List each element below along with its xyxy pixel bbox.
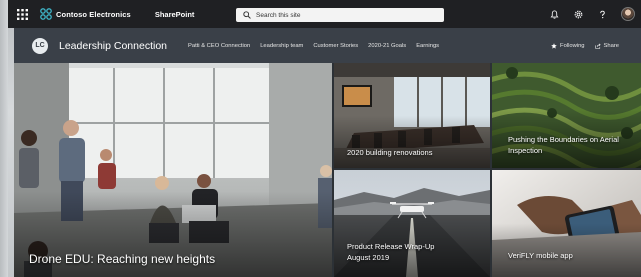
hero-tile-title: Pushing the Boundaries on Aerial Inspect… (508, 135, 619, 155)
help-question-icon[interactable] (597, 9, 607, 19)
site-header: LC Leadership Connection Patti & CEO Con… (14, 28, 641, 63)
share-label: Share (603, 42, 619, 49)
site-logo[interactable]: LC (32, 37, 48, 54)
brand[interactable]: Contoso Electronics (40, 8, 131, 20)
user-avatar[interactable] (621, 7, 635, 21)
hero-tile-title: 2020 building renovations (347, 148, 433, 157)
star-icon (551, 42, 557, 49)
header-actions: Following Share (551, 43, 619, 49)
screen-edge (0, 0, 8, 277)
hero-tile-title-line1: Product Release Wrap-Up (347, 242, 435, 251)
nav-item-earnings[interactable]: Earnings (411, 43, 444, 49)
site-title[interactable]: Leadership Connection (59, 40, 167, 52)
share-icon (594, 43, 601, 49)
hero-tile-verifly[interactable]: VeriFLY mobile app (492, 170, 641, 277)
hero-tile-title: Drone EDU: Reaching new heights (29, 252, 216, 266)
hero-tile-title: Product Release Wrap-Up August 2019 (347, 241, 434, 263)
nav-item-patti-ceo[interactable]: Patti & CEO Connection (183, 43, 255, 49)
suite-bar: Contoso Electronics SharePoint Search th… (8, 0, 641, 28)
share-button[interactable]: Share (594, 42, 619, 49)
app-name[interactable]: SharePoint (155, 10, 195, 19)
following-label: Following (560, 42, 585, 49)
hero-tile-title: VeriFLY mobile app (508, 251, 573, 260)
classroom-photo (14, 63, 332, 277)
hero-tile-title-line2: August 2019 (347, 253, 390, 262)
app-launcher-icon[interactable] (8, 0, 36, 28)
hero-tile-drone-edu[interactable]: Drone EDU: Reaching new heights (14, 63, 332, 277)
search-placeholder: Search this site (256, 11, 301, 19)
hero-tile-renovations[interactable]: 2020 building renovations (334, 63, 490, 168)
search-box[interactable]: Search this site (236, 8, 444, 22)
hero-web-part: Drone EDU: Reaching new heights 2020 bui… (14, 63, 641, 277)
notifications-bell-icon[interactable] (549, 9, 559, 19)
hero-tile-aerial-inspection[interactable]: Pushing the Boundaries on Aerial Inspect… (492, 63, 641, 168)
contoso-logo-icon (40, 8, 52, 20)
nav-item-customer-stories[interactable]: Customer Stories (308, 43, 363, 49)
settings-gear-icon[interactable] (573, 9, 583, 19)
hero-tile-product-release[interactable]: Product Release Wrap-Up August 2019 (334, 170, 490, 277)
suite-actions (549, 0, 641, 28)
phone-in-hands-photo (492, 170, 641, 277)
search-icon (243, 11, 251, 19)
nav-item-goals[interactable]: 2020-21 Goals (363, 43, 411, 49)
brand-name: Contoso Electronics (56, 9, 131, 19)
site-nav: Patti & CEO Connection Leadership team C… (183, 43, 444, 49)
nav-item-leadership-team[interactable]: Leadership team (255, 43, 308, 49)
following-button[interactable]: Following (551, 43, 585, 49)
